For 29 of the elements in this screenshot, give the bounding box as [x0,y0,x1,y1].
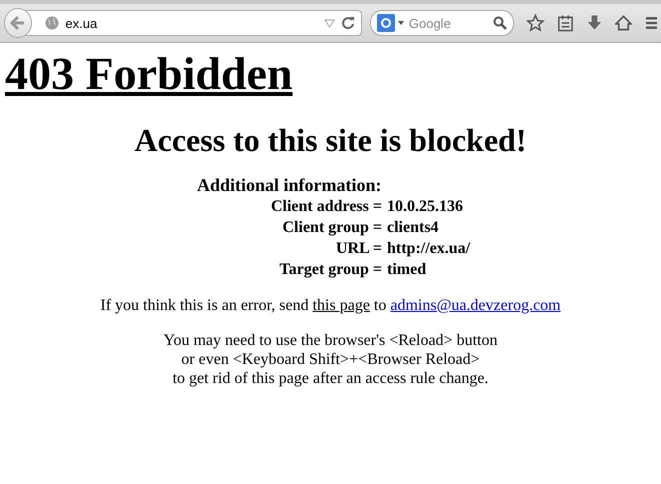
reload-icon[interactable] [340,16,355,30]
email-link[interactable]: admins@ua.devzerog.com [390,296,561,314]
info-label: URL = [334,240,382,258]
back-button[interactable] [4,8,32,38]
info-label: Target group = [278,260,382,279]
info-label: Client group = [282,218,382,237]
info-value: http://ex.ua/ [387,240,472,258]
reload-note-line: or even <Keyboard Shift>+<Browser Reload> [180,350,481,369]
info-label: Client address = [270,198,382,216]
address-text: ex.ua [65,16,98,30]
search-engine-icon[interactable] [376,14,405,32]
info-value: clients4 [387,218,440,237]
search-icon[interactable] [492,16,507,30]
page-title: 403 Forbidden [5,48,293,99]
error-message: If you think this is an error, send this page to admins@ua.devzerog.com [99,296,562,315]
star-icon[interactable] [526,13,545,33]
search-field[interactable]: Google [370,10,514,36]
reload-note-line: You may need to use the browser's <Reload> button [162,330,498,350]
info-title: Additional information: [197,174,383,196]
blocked-heading: Access to this site is blocked! [134,122,528,159]
home-icon[interactable] [614,14,632,32]
reload-note-line: to get rid of this page after an access rule change. [172,368,490,388]
list-icon[interactable] [556,13,574,33]
this-page-link[interactable]: this page [312,296,370,314]
address-bar[interactable]: ex.ua [26,10,362,36]
menu-icon[interactable] [646,15,658,31]
globe-icon [45,16,60,30]
info-value: timed [387,260,428,279]
info-value: 10.0.25.136 [387,198,464,216]
